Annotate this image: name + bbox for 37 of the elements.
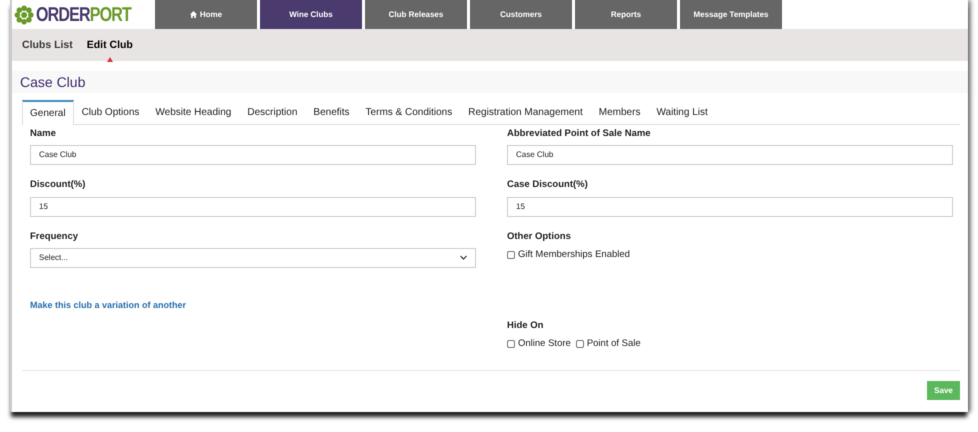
field-label: Case Discount(%) xyxy=(507,178,589,192)
nav-tab[interactable]: Wine Clubs xyxy=(260,0,362,29)
home-icon xyxy=(190,11,197,18)
text-field[interactable]: Case Club xyxy=(507,145,953,166)
chevron-down-icon xyxy=(460,255,467,260)
select-field[interactable]: Select... xyxy=(30,248,476,268)
subnav-link[interactable]: Clubs List xyxy=(22,28,73,62)
text-field[interactable]: 15 xyxy=(507,196,953,216)
field-label: Abbreviated Point of Sale Name xyxy=(507,127,652,141)
tab[interactable]: Terms & Conditions xyxy=(358,100,460,124)
nav-tab[interactable]: Message Templates xyxy=(680,0,782,29)
tab[interactable]: Waiting List xyxy=(648,100,716,124)
flower-logo-icon xyxy=(14,2,34,26)
nav-tab[interactable]: Club Releases xyxy=(365,0,467,29)
nav-tab[interactable]: Customers xyxy=(470,0,572,29)
tab[interactable]: General xyxy=(22,100,74,125)
nav-tab[interactable]: Home xyxy=(155,0,257,29)
checkbox-option[interactable]: Online Store xyxy=(507,337,571,352)
text-field[interactable]: Case Club xyxy=(30,145,476,166)
field-label: Hide On xyxy=(507,319,544,333)
tab[interactable]: Registration Management xyxy=(460,100,591,124)
checkbox-option[interactable]: Gift Memberships Enabled xyxy=(507,248,630,262)
text-field[interactable]: 15 xyxy=(30,196,476,216)
nav-tab[interactable]: Reports xyxy=(575,0,677,29)
logo-text: ORDERPORT xyxy=(36,2,132,28)
checkbox-option[interactable]: Point of Sale xyxy=(576,337,641,352)
variation-link[interactable]: Make this club a variation of another xyxy=(30,298,186,312)
tab[interactable]: Benefits xyxy=(305,100,358,124)
field-label: Other Options xyxy=(507,230,572,244)
tab[interactable]: Website Heading xyxy=(147,100,240,124)
field-label: Name xyxy=(30,127,57,141)
tab[interactable]: Members xyxy=(590,100,648,124)
field-label: Discount(%) xyxy=(30,178,86,192)
tab[interactable]: Club Options xyxy=(74,100,148,124)
tab[interactable]: Description xyxy=(239,100,306,124)
field-label: Frequency xyxy=(30,230,80,244)
page-title: Case Club xyxy=(20,72,86,92)
